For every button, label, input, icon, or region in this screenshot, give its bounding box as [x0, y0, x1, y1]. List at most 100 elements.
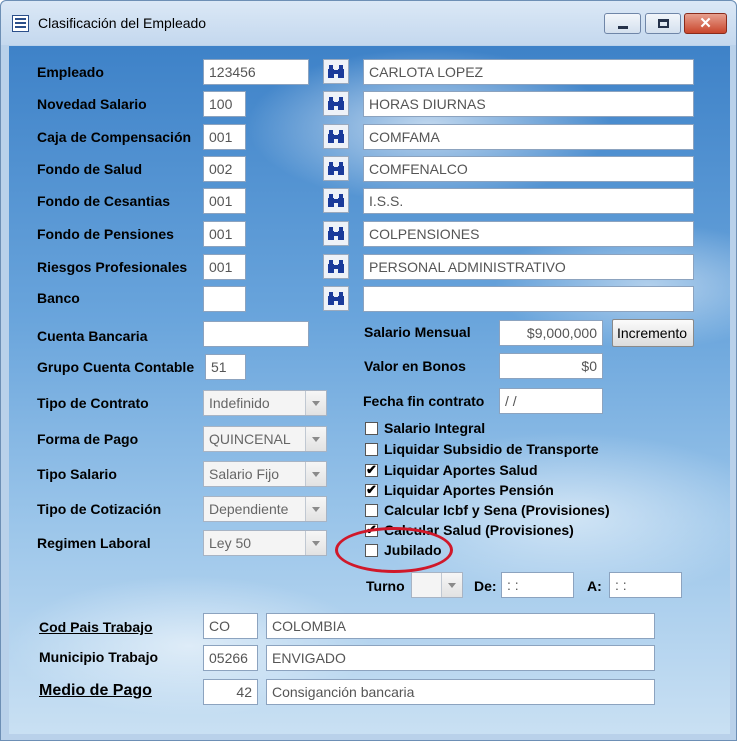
valor-bonos-field[interactable]: $0 — [499, 353, 603, 379]
minimize-icon — [618, 26, 628, 29]
caja-compensacion-code-field[interactable]: 001 — [203, 124, 246, 150]
salario-mensual-label: Salario Mensual — [364, 324, 471, 340]
fondo-pensiones-name-field[interactable]: COLPENSIONES — [363, 221, 694, 247]
banco-code-field[interactable] — [203, 286, 246, 312]
form-area: Empleado 123456 CARLOTA LOPEZ Novedad Sa… — [9, 46, 730, 734]
checkbox-box[interactable] — [365, 443, 378, 456]
close-button[interactable]: ✕ — [684, 13, 727, 34]
chevron-down-icon[interactable] — [305, 497, 326, 521]
riesgos-profesionales-code-field[interactable]: 001 — [203, 254, 246, 280]
checkbox-label: Liquidar Aportes Pensión — [384, 482, 554, 498]
title-bar[interactable]: Clasificación del Empleado ✕ — [1, 1, 736, 45]
caja-compensacion-label: Caja de Compensación — [37, 129, 192, 145]
forma-pago-label: Forma de Pago — [37, 431, 139, 447]
turno-de-field[interactable]: : : — [501, 572, 574, 598]
checkbox-box[interactable] — [365, 482, 378, 498]
jubilado-highlight-circle — [335, 527, 453, 573]
table-icon — [12, 15, 29, 32]
fondo-pensiones-code-field[interactable]: 001 — [203, 221, 246, 247]
empleado-name-field[interactable]: CARLOTA LOPEZ — [363, 59, 694, 85]
fondo-salud-lookup-button[interactable] — [323, 156, 349, 181]
empleado-lookup-button[interactable] — [323, 59, 349, 84]
binoculars-icon — [328, 97, 344, 110]
binoculars-icon — [328, 292, 344, 305]
medio-pago-name-field[interactable]: Consiganción bancaria — [266, 679, 655, 705]
chevron-down-icon[interactable] — [305, 531, 326, 555]
tipo-salario-value: Salario Fijo — [209, 466, 280, 482]
novedad-salario-label: Novedad Salario — [37, 96, 147, 112]
checkbox-label: Salario Integral — [384, 420, 486, 436]
grupo-cuenta-contable-field[interactable]: 51 — [205, 354, 246, 380]
novedad-salario-lookup-button[interactable] — [323, 91, 349, 116]
tipo-cotizacion-value: Dependiente — [209, 501, 289, 517]
fecha-fin-contrato-field[interactable]: / / — [499, 388, 603, 414]
cod-pais-trabajo-link[interactable]: Cod Pais Trabajo — [39, 619, 153, 635]
grupo-cuenta-contable-label: Grupo Cuenta Contable — [37, 359, 195, 375]
cuenta-bancaria-label: Cuenta Bancaria — [37, 328, 148, 344]
tipo-salario-label: Tipo Salario — [37, 466, 117, 482]
chevron-down-icon[interactable] — [441, 573, 462, 597]
checkbox-box[interactable] — [365, 504, 378, 517]
maximize-button[interactable] — [645, 13, 681, 34]
window-title: Clasificación del Empleado — [38, 15, 207, 31]
fondo-cesantias-lookup-button[interactable] — [323, 188, 349, 213]
forma-pago-select[interactable]: QUINCENAL — [203, 426, 327, 452]
fondo-salud-label: Fondo de Salud — [37, 161, 142, 177]
incremento-button[interactable]: Incremento — [612, 319, 694, 347]
riesgos-profesionales-lookup-button[interactable] — [323, 254, 349, 279]
turno-a-label: A: — [587, 578, 602, 594]
regimen-laboral-label: Regimen Laboral — [37, 535, 151, 551]
forma-pago-value: QUINCENAL — [209, 431, 291, 447]
riesgos-profesionales-label: Riesgos Profesionales — [37, 259, 188, 275]
regimen-laboral-select[interactable]: Ley 50 — [203, 530, 327, 556]
binoculars-icon — [328, 260, 344, 273]
fondo-cesantias-name-field[interactable]: I.S.S. — [363, 188, 694, 214]
novedad-salario-name-field[interactable]: HORAS DIURNAS — [363, 91, 694, 117]
empleado-code-field[interactable]: 123456 — [203, 59, 309, 85]
chevron-down-icon[interactable] — [305, 427, 326, 451]
novedad-salario-code-field[interactable]: 100 — [203, 91, 246, 117]
tipo-cotizacion-select[interactable]: Dependiente — [203, 496, 327, 522]
checkbox-label: Calcular Icbf y Sena (Provisiones) — [384, 502, 610, 518]
medio-pago-code-field[interactable]: 42 — [203, 679, 258, 705]
cuenta-bancaria-field[interactable] — [203, 321, 309, 347]
liquidar-aportes-salud-checkbox[interactable]: Liquidar Aportes Salud — [365, 462, 585, 480]
binoculars-icon — [328, 194, 344, 207]
caja-compensacion-name-field[interactable]: COMFAMA — [363, 124, 694, 150]
banco-label: Banco — [37, 290, 80, 306]
tipo-cotizacion-label: Tipo de Cotización — [37, 501, 162, 517]
banco-lookup-button[interactable] — [323, 286, 349, 311]
banco-name-field[interactable] — [363, 286, 694, 312]
caja-compensacion-lookup-button[interactable] — [323, 124, 349, 149]
cod-pais-trabajo-code-field[interactable]: CO — [203, 613, 258, 639]
fondo-pensiones-label: Fondo de Pensiones — [37, 226, 174, 242]
binoculars-icon — [328, 130, 344, 143]
municipio-trabajo-code-field[interactable]: 05266 — [203, 645, 258, 671]
checkbox-box[interactable] — [365, 422, 378, 435]
salario-integral-checkbox[interactable]: Salario Integral — [365, 420, 525, 438]
medio-pago-link[interactable]: Medio de Pago — [39, 682, 152, 700]
fondo-salud-name-field[interactable]: COMFENALCO — [363, 156, 694, 182]
fondo-salud-code-field[interactable]: 002 — [203, 156, 246, 182]
liquidar-subsidio-transporte-checkbox[interactable]: Liquidar Subsidio de Transporte — [365, 441, 635, 459]
fondo-cesantias-label: Fondo de Cesantias — [37, 193, 171, 209]
regimen-laboral-value: Ley 50 — [209, 535, 252, 551]
municipio-trabajo-name-field[interactable]: ENVIGADO — [266, 645, 655, 671]
salario-mensual-field[interactable]: $9,000,000 — [499, 320, 603, 346]
municipio-trabajo-label: Municipio Trabajo — [39, 649, 159, 665]
chevron-down-icon[interactable] — [305, 391, 326, 415]
turno-select[interactable] — [411, 572, 463, 598]
riesgos-profesionales-name-field[interactable]: PERSONAL ADMINISTRATIVO — [363, 254, 694, 280]
minimize-button[interactable] — [604, 13, 641, 34]
turno-a-field[interactable]: : : — [609, 572, 682, 598]
fondo-pensiones-lookup-button[interactable] — [323, 221, 349, 246]
checkbox-box[interactable] — [365, 462, 378, 478]
calcular-icbf-sena-checkbox[interactable]: Calcular Icbf y Sena (Provisiones) — [365, 502, 645, 520]
tipo-salario-select[interactable]: Salario Fijo — [203, 461, 327, 487]
liquidar-aportes-pension-checkbox[interactable]: Liquidar Aportes Pensión — [365, 482, 585, 500]
chevron-down-icon[interactable] — [305, 462, 326, 486]
tipo-contrato-select[interactable]: Indefinido — [203, 390, 327, 416]
fondo-cesantias-code-field[interactable]: 001 — [203, 188, 246, 214]
binoculars-icon — [328, 162, 344, 175]
cod-pais-trabajo-name-field[interactable]: COLOMBIA — [266, 613, 655, 639]
